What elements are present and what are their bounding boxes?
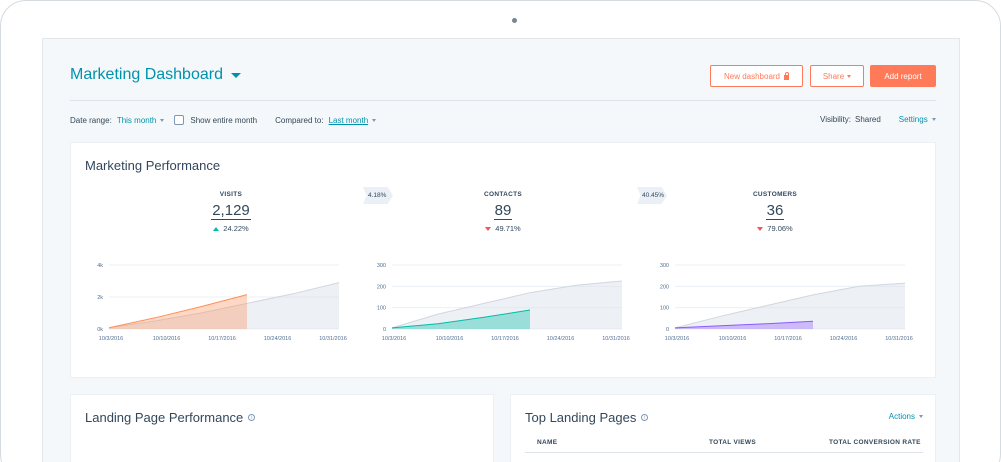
customers-chart: 0 100 200 300 10/3/2016 10/10/2016 10/17/2016 1… — [660, 263, 913, 342]
kpi-value: 89 — [493, 202, 513, 220]
marketing-performance-card: Marketing Performance VISITS 2,129 24.22… — [70, 142, 936, 378]
x-tick-label: 10/31/2016 — [602, 336, 630, 342]
top-landing-pages-card: Top Landing Pages i Actions NAME TOTAL V… — [510, 394, 936, 462]
conversion-rate-badge: 40.45% — [637, 187, 667, 204]
x-tick-label: 10/24/2016 — [264, 336, 292, 342]
visibility-value: Shared — [854, 115, 881, 124]
chevron-down-icon — [931, 118, 936, 122]
date-range-dropdown[interactable]: This month — [117, 116, 165, 125]
x-tick-label: 10/24/2016 — [547, 336, 575, 342]
y-tick-label: 0k — [97, 327, 103, 333]
kpi-change: 49.71% — [443, 224, 563, 233]
y-tick-label: 0 — [666, 327, 669, 333]
landing-page-performance-card: Landing Page Performance i — [70, 394, 494, 462]
actions-label: Actions — [888, 412, 915, 421]
arrow-down-icon — [485, 226, 492, 231]
kpi-label: CONTACTS — [483, 191, 523, 198]
x-tick-label: 10/31/2016 — [885, 336, 913, 342]
arrow-down-icon — [757, 226, 764, 231]
card-title-text: Top Landing Pages — [525, 410, 637, 425]
compared-to-value: Last month — [328, 115, 369, 125]
settings-label: Settings — [898, 115, 928, 124]
page-title: Marketing Dashboard — [70, 66, 223, 83]
visibility-label: Visibility: — [820, 115, 851, 124]
kpi-value: 36 — [765, 202, 785, 220]
date-range-label: Date range: — [70, 115, 112, 125]
visits-chart: 0k 2k 4k 10/3/2016 10/10/2016 10/17/2016 10/24… — [97, 263, 347, 342]
date-range-value: This month — [116, 115, 157, 125]
table-header-divider — [525, 452, 923, 453]
dashboard-title-dropdown[interactable]: Marketing Dashboard — [70, 66, 241, 84]
compared-to-label: Compared to: — [275, 115, 324, 125]
y-tick-label: 4k — [97, 263, 103, 269]
visibility-bar: Visibility: Shared Settings — [820, 115, 936, 124]
y-tick-label: 200 — [377, 284, 386, 290]
share-label: Share — [822, 71, 845, 81]
x-tick-label: 10/17/2016 — [208, 336, 236, 342]
x-tick-label: 10/10/2016 — [436, 336, 464, 342]
x-tick-label: 10/10/2016 — [719, 336, 747, 342]
header-divider — [70, 100, 936, 101]
card-title-text: Landing Page Performance — [85, 410, 244, 425]
new-dashboard-label: New dashboard — [723, 71, 781, 81]
share-button[interactable]: Share — [810, 65, 864, 87]
camera-dot — [512, 18, 517, 23]
info-icon[interactable]: i — [248, 414, 256, 421]
card-title: Landing Page Performance i — [85, 410, 256, 425]
x-tick-label: 10/10/2016 — [153, 336, 181, 342]
column-header-total-conversion-rate[interactable]: TOTAL CONVERSION RATE — [829, 439, 921, 446]
kpi-visits[interactable]: VISITS 2,129 24.22% — [171, 191, 291, 233]
y-tick-label: 300 — [377, 263, 386, 269]
kpi-change-value: 24.22% — [223, 224, 249, 233]
conversion-rate-value: 40.45% — [642, 192, 665, 199]
kpi-contacts[interactable]: CONTACTS 89 49.71% — [443, 191, 563, 233]
kpi-label: CUSTOMERS — [752, 191, 798, 198]
chevron-down-icon — [847, 74, 852, 78]
chevron-down-icon — [919, 415, 923, 418]
kpi-change-value: 79.06% — [767, 224, 793, 233]
y-tick-label: 2k — [97, 295, 103, 301]
x-tick-label: 10/3/2016 — [382, 336, 406, 342]
kpi-customers[interactable]: CUSTOMERS 36 79.06% — [715, 191, 835, 233]
show-entire-month-checkbox[interactable] — [174, 115, 185, 125]
x-tick-label: 10/31/2016 — [319, 336, 347, 342]
y-tick-label: 100 — [660, 306, 669, 312]
arrow-up-icon — [213, 226, 220, 231]
card-title: Marketing Performance — [85, 158, 221, 173]
actions-dropdown[interactable]: Actions — [889, 412, 923, 421]
x-tick-label: 10/17/2016 — [491, 336, 519, 342]
y-tick-label: 200 — [660, 284, 669, 290]
y-tick-label: 100 — [377, 306, 386, 312]
filter-bar: Date range: This month Show entire month… — [70, 115, 377, 125]
column-header-name[interactable]: NAME — [537, 439, 557, 446]
settings-dropdown[interactable]: Settings — [899, 115, 936, 124]
kpi-change: 24.22% — [171, 224, 291, 233]
y-tick-label: 0 — [383, 327, 386, 333]
kpi-value: 2,129 — [211, 202, 251, 220]
chevron-down-icon — [372, 118, 377, 122]
conversion-rate-badge: 4.18% — [363, 187, 393, 204]
compared-to-dropdown[interactable]: Last month — [329, 116, 377, 125]
column-header-total-views[interactable]: TOTAL VIEWS — [709, 439, 756, 446]
show-entire-month-label: Show entire month — [190, 115, 258, 125]
add-report-label: Add report — [884, 71, 922, 81]
card-title: Top Landing Pages i — [525, 410, 649, 425]
chevron-down-icon — [160, 118, 165, 122]
x-tick-label: 10/17/2016 — [774, 336, 802, 342]
chevron-down-icon — [230, 72, 241, 78]
add-report-button[interactable]: Add report — [870, 65, 936, 87]
dashboard-screen: Marketing Dashboard New dashboard Share … — [42, 38, 960, 462]
kpi-change: 79.06% — [715, 224, 835, 233]
y-tick-label: 300 — [660, 263, 669, 269]
kpi-change-value: 49.71% — [495, 224, 521, 233]
lock-icon — [784, 71, 790, 80]
info-icon[interactable]: i — [641, 414, 649, 421]
x-tick-label: 10/3/2016 — [665, 336, 689, 342]
x-tick-label: 10/24/2016 — [830, 336, 858, 342]
contacts-chart: 0 100 200 300 10/3/2016 10/10/2016 10/17/2016 1… — [377, 263, 630, 342]
conversion-rate-value: 4.18% — [368, 192, 387, 199]
kpi-label: VISITS — [219, 191, 243, 198]
x-tick-label: 10/3/2016 — [99, 336, 123, 342]
new-dashboard-button[interactable]: New dashboard — [710, 65, 803, 87]
